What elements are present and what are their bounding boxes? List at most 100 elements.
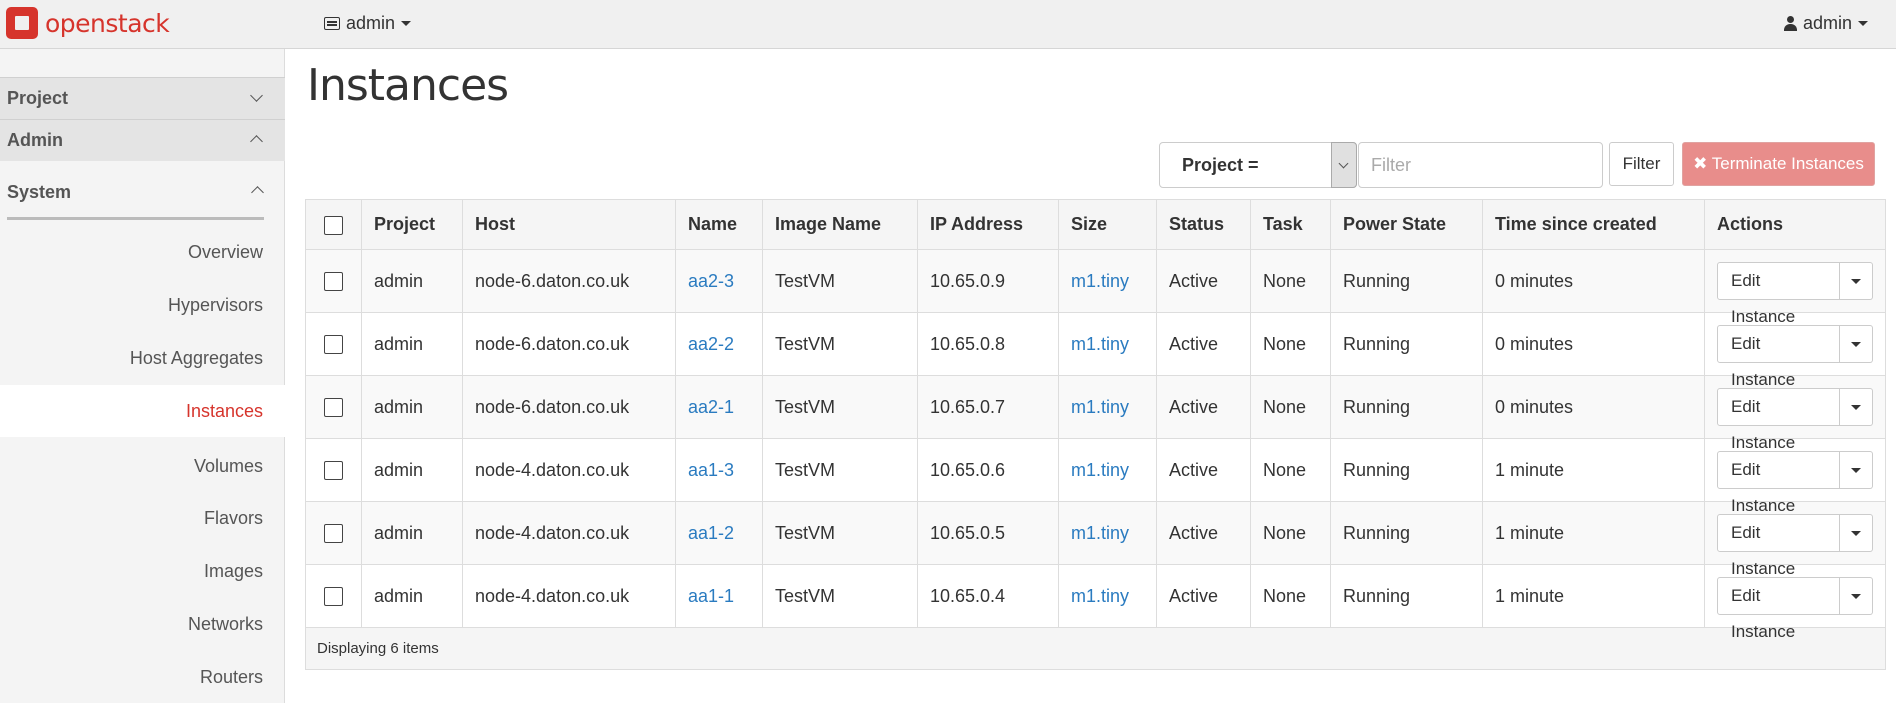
cell-ip: 10.65.0.8	[917, 312, 1059, 376]
flavor-link[interactable]: m1.tiny	[1071, 334, 1129, 354]
user-menu-label: admin	[1802, 13, 1852, 33]
caret-down-icon	[1851, 467, 1862, 473]
select-all-checkbox[interactable]	[324, 215, 343, 235]
column-header[interactable]: Time since created	[1482, 199, 1705, 250]
terminate-instances-button[interactable]: ✖ Terminate Instances	[1682, 142, 1875, 186]
edit-instance-button[interactable]: Edit Instance	[1717, 514, 1841, 578]
column-header[interactable]: Host	[462, 199, 676, 250]
flavor-link[interactable]: m1.tiny	[1071, 523, 1129, 543]
row-checkbox[interactable]	[324, 398, 343, 418]
brand-name: openstack	[45, 8, 170, 38]
column-header: Actions	[1704, 199, 1886, 250]
row-select-cell	[305, 438, 362, 502]
cell-size: m1.tiny	[1058, 312, 1157, 376]
row-select-cell	[305, 312, 362, 376]
sidebar-item-routers[interactable]: Routers	[0, 651, 285, 703]
cell-ip: 10.65.0.5	[917, 501, 1059, 565]
sidebar-item-networks[interactable]: Networks	[0, 598, 285, 650]
sidebar-item-flavors[interactable]: Flavors	[0, 492, 285, 544]
row-checkbox[interactable]	[324, 272, 343, 292]
sidebar-item-volumes[interactable]: Volumes	[0, 440, 285, 492]
actions-dropdown-toggle[interactable]	[1840, 451, 1873, 489]
row-checkbox[interactable]	[324, 461, 343, 481]
table-row: admin node-4.daton.co.uk aa1-3 TestVM 10…	[305, 438, 1886, 515]
user-icon	[1783, 16, 1797, 31]
cell-power-state: Running	[1330, 564, 1483, 628]
column-header[interactable]: Task	[1250, 199, 1331, 250]
sidebar-group-system[interactable]: System	[7, 182, 264, 220]
cell-task: None	[1250, 501, 1331, 565]
actions-dropdown-toggle[interactable]	[1840, 514, 1873, 552]
column-header[interactable]: Image Name	[762, 199, 918, 250]
row-actions: Edit Instance	[1717, 514, 1873, 578]
cell-host: node-4.daton.co.uk	[462, 501, 676, 565]
table-row: admin node-4.daton.co.uk aa1-2 TestVM 10…	[305, 501, 1886, 578]
instance-name-link[interactable]: aa1-1	[688, 586, 734, 606]
row-checkbox[interactable]	[324, 587, 343, 607]
actions-dropdown-toggle[interactable]	[1840, 388, 1873, 426]
sidebar-item-instances[interactable]: Instances	[0, 385, 285, 437]
instance-name-link[interactable]: aa2-2	[688, 334, 734, 354]
table-header-row: Project Host Name Image Name IP Address …	[305, 199, 1886, 250]
column-header[interactable]: IP Address	[917, 199, 1059, 250]
row-select-cell	[305, 249, 362, 313]
openstack-logo[interactable]: openstack	[6, 4, 170, 42]
column-header[interactable]: Name	[675, 199, 763, 250]
user-menu[interactable]: admin	[1783, 13, 1868, 34]
filter-field-select[interactable]: Project =	[1159, 142, 1357, 188]
cell-size: m1.tiny	[1058, 438, 1157, 502]
instance-name-link[interactable]: aa1-3	[688, 460, 734, 480]
sidebar-item-host-aggregates[interactable]: Host Aggregates	[0, 332, 285, 384]
edit-instance-button[interactable]: Edit Instance	[1717, 388, 1841, 452]
cell-image: TestVM	[762, 249, 918, 313]
row-checkbox[interactable]	[324, 335, 343, 355]
row-actions: Edit Instance	[1717, 262, 1873, 326]
edit-instance-button[interactable]: Edit Instance	[1717, 325, 1841, 389]
table-row: admin node-6.daton.co.uk aa2-1 TestVM 10…	[305, 375, 1886, 452]
sidebar-item-images[interactable]: Images	[0, 545, 285, 597]
sidebar-item-hypervisors[interactable]: Hypervisors	[0, 279, 285, 331]
filter-input[interactable]	[1358, 142, 1603, 188]
cell-host: node-4.daton.co.uk	[462, 564, 676, 628]
flavor-link[interactable]: m1.tiny	[1071, 460, 1129, 480]
row-select-cell	[305, 564, 362, 628]
actions-dropdown-toggle[interactable]	[1840, 262, 1873, 300]
instances-table: Project Host Name Image Name IP Address …	[305, 199, 1886, 670]
cell-task: None	[1250, 249, 1331, 313]
cell-task: None	[1250, 312, 1331, 376]
cell-host: node-6.daton.co.uk	[462, 312, 676, 376]
actions-dropdown-toggle[interactable]	[1840, 325, 1873, 363]
filter-button[interactable]: Filter	[1609, 142, 1674, 186]
cell-size: m1.tiny	[1058, 501, 1157, 565]
edit-instance-button[interactable]: Edit Instance	[1717, 451, 1841, 515]
sidebar-section-admin[interactable]: Admin	[0, 119, 285, 161]
flavor-link[interactable]: m1.tiny	[1071, 586, 1129, 606]
chevron-down-icon[interactable]	[1331, 142, 1357, 188]
column-header[interactable]: Project	[361, 199, 463, 250]
instance-name-link[interactable]: aa2-1	[688, 397, 734, 417]
caret-down-icon	[1851, 530, 1862, 536]
cell-ip: 10.65.0.4	[917, 564, 1059, 628]
flavor-link[interactable]: m1.tiny	[1071, 397, 1129, 417]
edit-instance-button[interactable]: Edit Instance	[1717, 262, 1841, 326]
row-actions: Edit Instance	[1717, 451, 1873, 515]
cell-name: aa2-2	[675, 312, 763, 376]
flavor-link[interactable]: m1.tiny	[1071, 271, 1129, 291]
cell-task: None	[1250, 375, 1331, 439]
column-header[interactable]: Size	[1058, 199, 1157, 250]
column-header[interactable]: Status	[1156, 199, 1251, 250]
top-navbar: openstack admin admin	[0, 0, 1896, 49]
edit-instance-button[interactable]: Edit Instance	[1717, 577, 1841, 641]
sidebar-section-project[interactable]: Project	[0, 77, 285, 119]
instance-name-link[interactable]: aa2-3	[688, 271, 734, 291]
column-header[interactable]: Power State	[1330, 199, 1483, 250]
cell-task: None	[1250, 564, 1331, 628]
sidebar-item-overview[interactable]: Overview	[0, 226, 285, 278]
caret-down-icon	[1851, 278, 1862, 284]
row-checkbox[interactable]	[324, 524, 343, 544]
cell-status: Active	[1156, 438, 1251, 502]
project-switcher[interactable]: admin	[324, 13, 412, 34]
cell-name: aa2-1	[675, 375, 763, 439]
instance-name-link[interactable]: aa1-2	[688, 523, 734, 543]
actions-dropdown-toggle[interactable]	[1840, 577, 1873, 615]
